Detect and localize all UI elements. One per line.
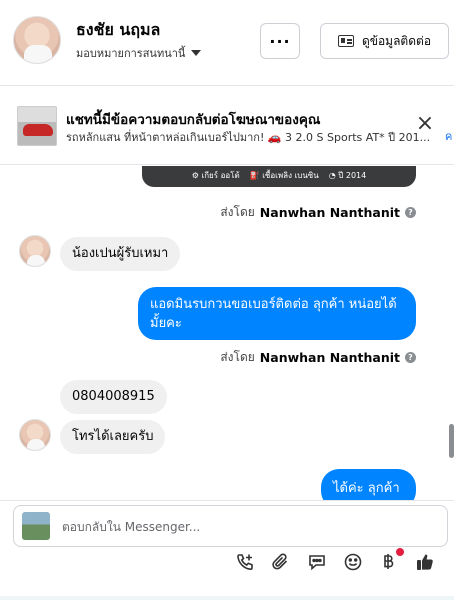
more-options-button[interactable]: ··· [260,23,300,59]
reply-input[interactable] [62,517,432,537]
outgoing-message[interactable]: ได้ค่ะ ลุกค้า [321,469,416,500]
sent-by-label: ส่งโดย Nanwhan Nanthanit ? [220,203,416,222]
notification-dot [396,548,404,556]
call-add-icon[interactable] [234,551,256,573]
caption-item: ⛽ เชื้อเพลิง เบนซิน [249,171,319,180]
thumbs-up-icon[interactable] [414,551,436,573]
sent-by-label: ส่งโดย Nanwhan Nanthanit ? [220,348,416,367]
caption-item: ⚙ เกียร์ ออโต้ [191,171,240,180]
contact-card-icon [337,35,354,47]
page-avatar [22,512,50,540]
emoji-icon[interactable] [342,551,364,573]
contact-avatar-small[interactable] [19,235,51,267]
help-icon[interactable]: ? [405,207,416,218]
message-thread[interactable]: ⚙ เกียร์ ออโต้ ⛽ เชื้อเพลิง เบนซิน ◔ ปี … [0,166,454,500]
banner-edge-text: ค [445,130,453,143]
assign-label: มอบหมายการสนทนานี้ [76,47,186,60]
help-icon[interactable]: ? [405,352,416,363]
baht-icon[interactable] [377,551,399,573]
conversation-header: ธงชัย นฤมล มอบหมายการสนทนานี้ ··· ดูข้อม… [0,0,454,86]
ad-media-caption[interactable]: ⚙ เกียร์ ออโต้ ⛽ เชื้อเพลิง เบนซิน ◔ ปี … [142,166,416,187]
outgoing-message[interactable]: แอดมินรบกวนขอเบอร์ติดต่อ ลุกค้า หน่อยได้… [138,287,416,340]
paperclip-icon[interactable] [270,551,292,573]
close-banner-button[interactable]: × [414,113,436,136]
view-contact-info-label: ดูข้อมูลติดต่อ [361,33,432,48]
assign-conversation-dropdown[interactable]: มอบหมายการสนทนานี้ [76,44,202,62]
saved-reply-icon[interactable] [306,551,328,573]
contact-name[interactable]: ธงชัย นฤมล [76,18,160,43]
ad-banner-subtitle[interactable]: รถหลักแสน ที่หน้าตาหล่อเกินเบอร์ไปมาก! 🚗… [66,128,442,146]
bottom-edge [0,596,454,600]
caret-down-icon [191,50,202,56]
incoming-message[interactable]: 0804008915 [60,380,167,414]
incoming-message[interactable]: โทรได้เลยครับ [60,420,166,454]
scrollbar-thumb[interactable] [449,424,454,458]
caption-item: ◔ ปี 2014 [328,171,367,180]
messenger-conversation: ธงชัย นฤมล มอบหมายการสนทนานี้ ··· ดูข้อม… [0,0,454,600]
contact-avatar-small[interactable] [19,419,51,451]
ad-thumbnail[interactable] [17,106,57,146]
ad-banner-title: แชทนี้มีข้อความตอบกลับต่อโฆษณาของคุณ [66,112,321,128]
contact-avatar[interactable] [13,16,61,64]
view-contact-info-button[interactable]: ดูข้อมูลติดต่อ [320,23,449,59]
incoming-message[interactable]: น้องเปนผู้รับเหมา [60,237,181,271]
